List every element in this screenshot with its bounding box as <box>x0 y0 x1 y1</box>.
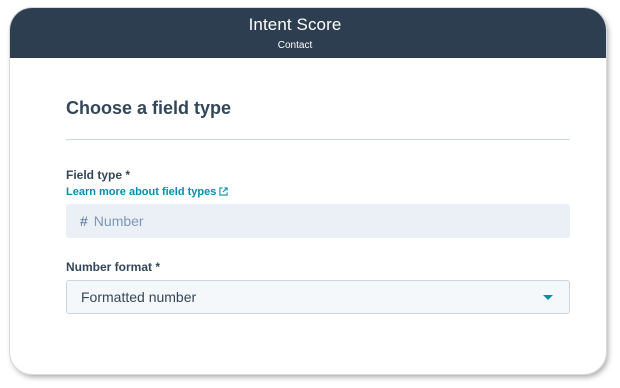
field-type-label: Field type * <box>66 168 131 182</box>
number-format-selected-value: Formatted number <box>81 289 197 305</box>
section-divider <box>66 139 570 140</box>
property-title: Intent Score <box>248 15 342 34</box>
external-link-icon <box>219 187 229 199</box>
field-type-input: # Number <box>66 204 570 238</box>
hash-icon: # <box>80 213 88 229</box>
field-type-value: Number <box>93 213 144 229</box>
object-type-label: Contact <box>277 40 313 51</box>
learn-more-link-text: Learn more about field types <box>66 186 217 198</box>
number-format-dropdown[interactable]: Formatted number <box>66 280 570 314</box>
learn-more-link[interactable]: Learn more about field types <box>66 186 229 199</box>
dialog-panel: Intent Score Contact Choose a field type… <box>10 8 606 374</box>
number-format-label: Number format * <box>66 260 161 274</box>
caret-down-icon <box>543 295 553 300</box>
header-bar: Intent Score Contact <box>10 8 606 58</box>
section-title: Choose a field type <box>66 98 232 118</box>
